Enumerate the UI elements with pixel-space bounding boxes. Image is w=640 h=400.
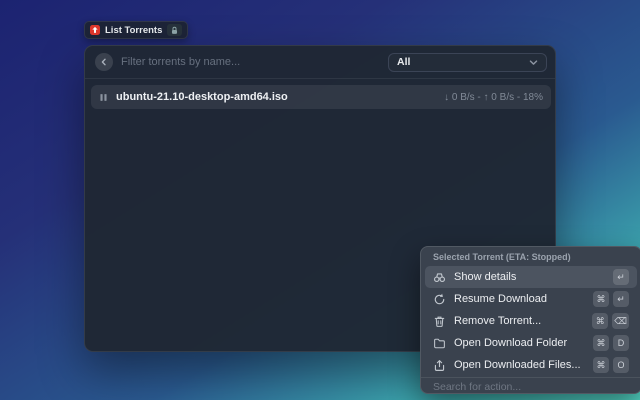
desktop-background: List Torrents All ubuntu-2 — [0, 0, 640, 400]
window-header: All — [85, 46, 555, 79]
back-button[interactable] — [95, 53, 113, 71]
action-search-row — [421, 377, 640, 393]
action-open-downloaded-files[interactable]: Open Downloaded Files... ⌘ O — [425, 354, 637, 376]
action-panel-title: Selected Torrent (ETA: Stopped) — [433, 252, 571, 262]
status-filter-dropdown[interactable]: All — [388, 52, 547, 72]
raycast-window: All ubuntu-21.10-desktop-amd64.iso ↓ 0 B… — [84, 45, 640, 394]
open-files-icon — [433, 359, 446, 372]
action-label: Open Download Folder — [454, 337, 568, 349]
action-label: Open Downloaded Files... — [454, 359, 581, 371]
return-key: ↵ — [613, 291, 629, 307]
action-label: Remove Torrent... — [454, 315, 542, 327]
dropdown-value: All — [397, 56, 411, 68]
action-label: Show details — [454, 271, 517, 283]
command-badge-label: List Torrents — [105, 24, 163, 36]
shortcut-keys: ⌘ ↵ — [593, 291, 629, 307]
command-badge: List Torrents — [84, 21, 189, 39]
cmd-key: ⌘ — [593, 291, 609, 307]
action-search-input[interactable] — [433, 381, 629, 393]
cmd-key: ⌘ — [593, 335, 609, 351]
action-show-details[interactable]: Show details ↵ — [425, 266, 637, 288]
filter-input[interactable] — [121, 56, 380, 68]
transmission-icon — [90, 25, 100, 35]
resume-icon — [433, 293, 446, 306]
o-key: O — [613, 357, 629, 373]
shortcut-keys: ⌘ ⌫ — [592, 313, 629, 329]
pause-icon — [99, 93, 108, 102]
chevron-down-icon — [529, 58, 538, 67]
action-panel: Selected Torrent (ETA: Stopped) Show det… — [420, 246, 640, 394]
shortcut-keys: ⌘ D — [593, 335, 629, 351]
cmd-key: ⌘ — [593, 357, 609, 373]
action-resume-download[interactable]: Resume Download ⌘ ↵ — [425, 288, 637, 310]
folder-icon — [433, 337, 446, 350]
torrent-stats: ↓ 0 B/s - ↑ 0 B/s - 18% — [444, 91, 543, 103]
delete-key: ⌫ — [612, 313, 629, 329]
shortcut-keys: ↵ — [613, 269, 629, 285]
action-open-download-folder[interactable]: Open Download Folder ⌘ D — [425, 332, 637, 354]
action-remove-torrent[interactable]: Remove Torrent... ⌘ ⌫ — [425, 310, 637, 332]
d-key: D — [613, 335, 629, 351]
shortcut-keys: ⌘ O — [593, 357, 629, 373]
torrent-name: ubuntu-21.10-desktop-amd64.iso — [116, 91, 288, 103]
action-label: Resume Download — [454, 293, 547, 305]
trash-icon — [433, 315, 446, 328]
binoculars-icon — [433, 271, 446, 284]
lock-icon — [167, 24, 183, 36]
cmd-key: ⌘ — [592, 313, 609, 329]
torrent-list-item[interactable]: ubuntu-21.10-desktop-amd64.iso ↓ 0 B/s -… — [91, 85, 551, 109]
chevron-left-icon — [100, 58, 108, 66]
return-key: ↵ — [613, 269, 629, 285]
